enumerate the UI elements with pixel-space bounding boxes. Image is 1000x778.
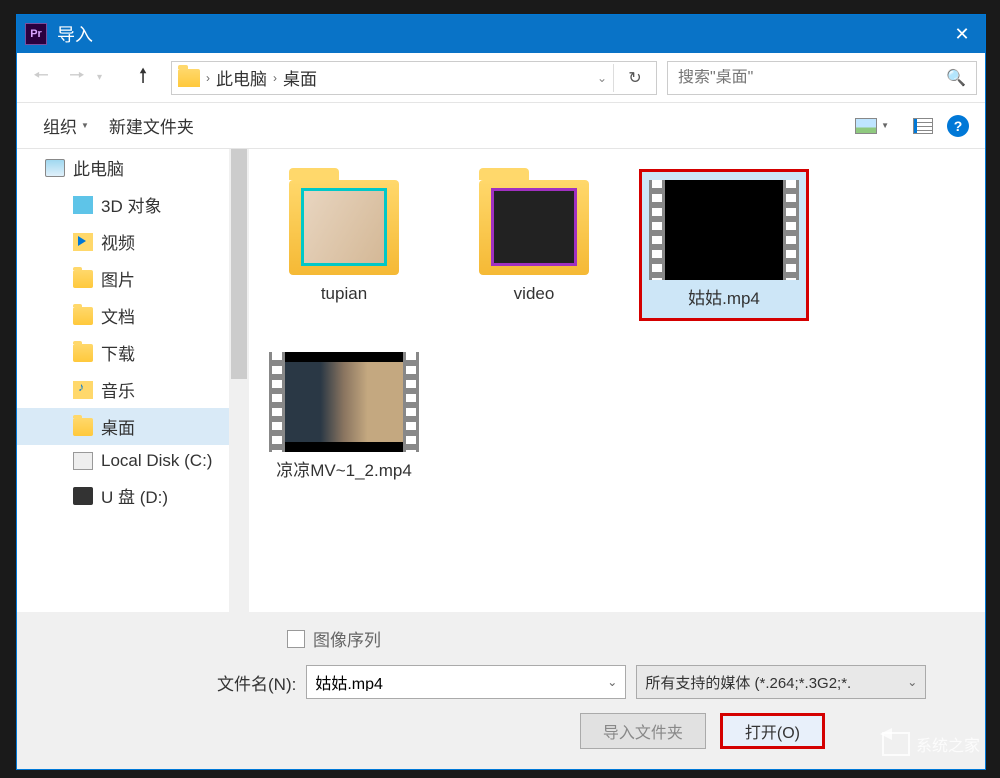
video-icon	[73, 233, 93, 251]
body-area: 此电脑 3D 对象视频图片文档下载音乐桌面 Local Disk (C:) U 盘 (…	[17, 149, 985, 612]
folder-icon	[73, 344, 93, 362]
watermark: 系统之家	[882, 732, 980, 756]
navigation-bar: 🠔 🠖 ▾ 🠕 › 此电脑 › 桌面 ⌄ ↻ 🔍	[17, 53, 985, 103]
search-input[interactable]	[678, 69, 946, 87]
folder-icon	[73, 418, 93, 436]
filename-dropdown-icon[interactable]: ⌄	[607, 675, 617, 689]
open-button[interactable]: 打开(O)	[720, 713, 825, 749]
sidebar-item-label: 下载	[101, 340, 135, 365]
pc-icon	[45, 159, 65, 177]
divider	[613, 64, 614, 92]
up-button[interactable]: 🠕	[127, 62, 159, 94]
video-thumbnail	[269, 352, 419, 452]
sidebar-item-label: 视频	[101, 229, 135, 254]
view-mode-button[interactable]: ▼	[845, 112, 899, 140]
thumbnail-view-icon	[855, 118, 877, 134]
new-folder-button[interactable]: 新建文件夹	[99, 107, 204, 144]
filename-label: 文件名(N):	[217, 670, 296, 695]
organize-label: 组织	[43, 113, 77, 138]
watermark-text: 系统之家	[916, 732, 980, 756]
close-icon: ✕	[954, 24, 969, 45]
sidebar-item[interactable]: 视频	[17, 223, 249, 260]
sidebar-item[interactable]: 3D 对象	[17, 186, 249, 223]
back-button[interactable]: 🠔	[25, 62, 57, 94]
sidebar-item[interactable]: U 盘 (D:)	[17, 477, 249, 514]
titlebar: Pr 导入 ✕	[17, 15, 985, 53]
filename-input[interactable]	[315, 673, 607, 691]
sidebar-item-label: 3D 对象	[101, 192, 161, 217]
file-item[interactable]: 姑姑.mp4	[639, 169, 809, 321]
help-button[interactable]: ?	[947, 115, 969, 137]
import-dialog: Pr 导入 ✕ 🠔 🠖 ▾ 🠕 › 此电脑 › 桌面 ⌄ ↻ 🔍 组织 ▼	[16, 14, 986, 770]
premiere-app-icon: Pr	[25, 23, 47, 45]
breadcrumb-item[interactable]: 桌面	[283, 65, 317, 90]
sidebar-item[interactable]: 文档	[17, 297, 249, 334]
sidebar: 此电脑 3D 对象视频图片文档下载音乐桌面 Local Disk (C:) U 盘 (…	[17, 149, 249, 612]
refresh-button[interactable]: ↻	[620, 68, 650, 88]
file-label: tupian	[321, 283, 367, 305]
sidebar-item-label: 文档	[101, 303, 135, 328]
file-label: 姑姑.mp4	[688, 288, 760, 310]
search-box[interactable]: 🔍	[667, 61, 977, 95]
file-list[interactable]: tupian video 姑姑.mp4 凉凉MV~1_2.mp4	[249, 149, 985, 612]
toolbar: 组织 ▼ 新建文件夹 ▼ ?	[17, 103, 985, 149]
disk-icon	[73, 452, 93, 470]
history-dropdown[interactable]: ▾	[97, 72, 115, 83]
sidebar-item-label: 桌面	[101, 414, 135, 439]
sidebar-item[interactable]: 下载	[17, 334, 249, 371]
import-folder-button[interactable]: 导入文件夹	[580, 713, 706, 749]
forward-button[interactable]: 🠖	[61, 62, 93, 94]
3d-icon	[73, 196, 93, 214]
organize-button[interactable]: 组织 ▼	[33, 107, 99, 144]
address-dropdown-icon[interactable]: ⌄	[597, 71, 607, 85]
sidebar-item-label: 音乐	[101, 377, 135, 402]
sidebar-item-label: U 盘 (D:)	[101, 483, 168, 508]
preview-pane-button[interactable]	[913, 118, 933, 134]
chevron-right-icon: ›	[206, 71, 210, 85]
sidebar-item-label: 图片	[101, 266, 135, 291]
chevron-down-icon: ▼	[881, 121, 889, 130]
music-icon	[73, 381, 93, 399]
folder-thumbnail	[289, 180, 399, 275]
watermark-icon	[882, 732, 910, 756]
chevron-down-icon: ⌄	[907, 675, 917, 689]
sidebar-item[interactable]: 此电脑	[17, 149, 249, 186]
filename-field[interactable]: ⌄	[306, 665, 626, 699]
sidebar-item[interactable]: 桌面	[17, 408, 249, 445]
close-button[interactable]: ✕	[939, 15, 985, 53]
image-sequence-label: 图像序列	[313, 626, 381, 651]
sidebar-item[interactable]: Local Disk (C:)	[17, 445, 249, 477]
sidebar-item-label: 此电脑	[73, 155, 124, 180]
file-label: video	[514, 283, 555, 305]
chevron-right-icon: ›	[273, 71, 277, 85]
breadcrumb-item[interactable]: 此电脑	[216, 65, 267, 90]
file-item[interactable]: 凉凉MV~1_2.mp4	[259, 341, 429, 493]
folder-icon	[73, 270, 93, 288]
address-bar[interactable]: › 此电脑 › 桌面 ⌄ ↻	[171, 61, 657, 95]
folder-thumbnail	[479, 180, 589, 275]
file-item[interactable]: tupian	[259, 169, 429, 321]
file-label: 凉凉MV~1_2.mp4	[276, 460, 412, 482]
image-sequence-checkbox[interactable]	[287, 630, 305, 648]
search-icon[interactable]: 🔍	[946, 68, 966, 88]
file-item[interactable]: video	[449, 169, 619, 321]
sidebar-item-label: Local Disk (C:)	[101, 451, 212, 471]
file-type-filter[interactable]: 所有支持的媒体 (*.264;*.3G2;*. ⌄	[636, 665, 926, 699]
dialog-title: 导入	[57, 21, 939, 47]
sidebar-item[interactable]: 图片	[17, 260, 249, 297]
filter-label: 所有支持的媒体 (*.264;*.3G2;*.	[645, 672, 851, 693]
bottom-panel: 图像序列 文件名(N): ⌄ 所有支持的媒体 (*.264;*.3G2;*. ⌄…	[17, 612, 985, 769]
sidebar-item[interactable]: 音乐	[17, 371, 249, 408]
video-thumbnail	[649, 180, 799, 280]
usb-icon	[73, 487, 93, 505]
folder-icon	[73, 307, 93, 325]
folder-icon	[178, 69, 200, 87]
sidebar-scrollbar[interactable]	[229, 149, 249, 612]
chevron-down-icon: ▼	[81, 121, 89, 130]
